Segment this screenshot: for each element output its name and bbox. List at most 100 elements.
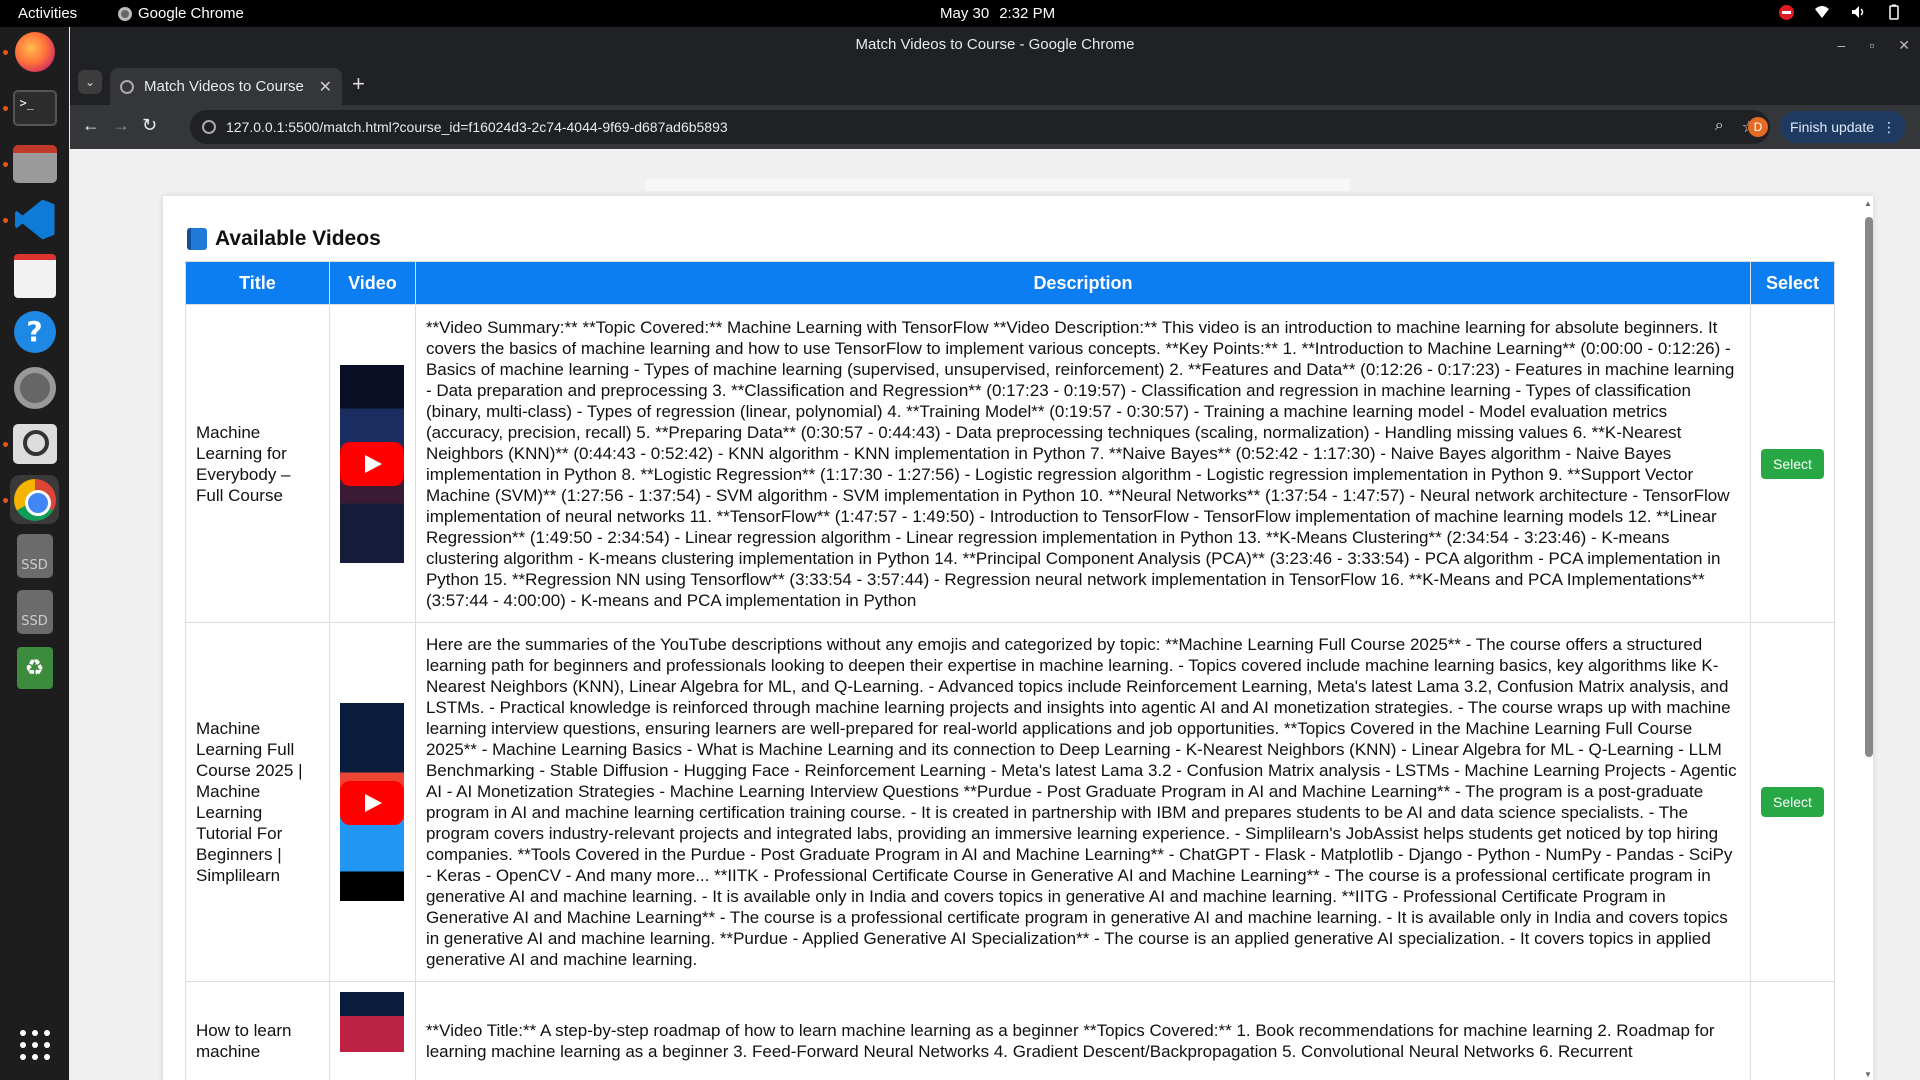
settings-icon	[13, 366, 56, 409]
firefox-icon	[14, 31, 55, 72]
dock-vscode[interactable]	[10, 195, 59, 244]
column-header-title: Title	[185, 261, 330, 305]
section-title: Available Videos	[187, 227, 381, 251]
dock-chrome[interactable]	[10, 475, 59, 524]
volume-icon	[1852, 6, 1864, 18]
window-titlebar[interactable]: Match Videos to Course - Google Chrome –…	[70, 27, 1920, 63]
dock-screenshot[interactable]	[10, 419, 59, 468]
videos-table: Title Video Description Select Machine L…	[185, 261, 1836, 1080]
table-header-row: Title Video Description Select	[185, 261, 1836, 305]
profile-avatar[interactable]: D	[1748, 117, 1768, 137]
back-icon[interactable]: ←	[82, 115, 100, 136]
select-cell: Select	[1749, 622, 1836, 982]
table-row: Machine Learning for Everybody – Full Co…	[185, 304, 1836, 623]
select-button[interactable]: Select	[1761, 787, 1824, 817]
dock-help[interactable]: ?	[10, 307, 59, 356]
youtube-play-icon[interactable]	[340, 441, 405, 486]
drive-icon: SSD	[16, 533, 53, 578]
trash-icon: ♻	[16, 646, 53, 689]
chrome-icon	[118, 6, 132, 21]
video-cell	[328, 304, 416, 623]
scrollbar-thumb[interactable]	[1865, 217, 1873, 757]
activities-button[interactable]: Activities	[18, 5, 77, 22]
app-menu[interactable]: Google Chrome	[118, 5, 244, 22]
more-menu-icon: ⋮	[1882, 118, 1897, 135]
drive-icon: SSD	[16, 589, 53, 634]
browser-window: Match Videos to Course - Google Chrome –…	[70, 27, 1920, 1080]
video-thumbnail[interactable]	[340, 364, 405, 563]
dock-files[interactable]	[10, 139, 59, 188]
terminal-icon: >_	[12, 89, 57, 126]
close-tab-icon[interactable]: ✕	[319, 77, 332, 97]
document-viewer-icon	[13, 253, 56, 298]
forward-icon[interactable]: →	[112, 115, 130, 136]
running-indicator	[3, 106, 8, 111]
clock[interactable]: May 30 2:32 PM	[940, 5, 1055, 22]
address-bar[interactable]: 127.0.0.1:5500/match.html?course_id=f160…	[190, 110, 1770, 144]
running-indicator	[3, 442, 8, 447]
video-cell	[328, 981, 416, 1080]
table-row: Machine Learning Full Course 2025 | Mach…	[185, 622, 1836, 982]
column-header-select: Select	[1749, 261, 1836, 305]
video-title: How to learn machine	[185, 981, 330, 1080]
video-description: Here are the summaries of the YouTube de…	[414, 622, 1751, 982]
screenshot-icon	[12, 423, 57, 464]
finish-update-label: Finish update	[1789, 119, 1875, 135]
scroll-down-icon[interactable]: ▼	[1864, 1070, 1872, 1079]
reload-icon[interactable]: ↻	[142, 115, 157, 136]
new-tab-button[interactable]: +	[352, 71, 365, 97]
scroll-up-icon[interactable]: ▲	[1864, 199, 1872, 208]
running-indicator	[3, 498, 8, 503]
system-top-bar: Activities Google Chrome May 30 2:32 PM	[0, 0, 1920, 27]
section-title-text: Available Videos	[215, 227, 381, 250]
running-indicator	[3, 162, 8, 167]
dock-firefox[interactable]	[10, 27, 59, 76]
table-row: How to learn machine **Video Title:** A …	[185, 981, 1836, 1080]
dock-document-viewer[interactable]	[10, 251, 59, 300]
battery-icon	[1889, 4, 1899, 20]
tab-search-button[interactable]: ⌄	[78, 70, 102, 94]
window-title: Match Videos to Course - Google Chrome	[855, 36, 1135, 53]
dock-ssd-1[interactable]: SSD	[10, 531, 59, 580]
browser-toolbar: ← → ↻ 127.0.0.1:5500/match.html?course_i…	[70, 105, 1920, 149]
select-cell: Select	[1749, 304, 1836, 623]
site-info-icon[interactable]	[202, 120, 216, 134]
vscode-icon	[14, 199, 55, 240]
system-tray[interactable]	[1779, 4, 1902, 20]
app-grid-icon	[19, 1030, 50, 1060]
files-icon	[12, 144, 57, 183]
dock-ssd-2[interactable]: SSD	[10, 587, 59, 636]
finish-update-button[interactable]: Finish update ⋮	[1780, 111, 1906, 143]
maximize-icon[interactable]: ▫	[1869, 27, 1874, 63]
dock-settings[interactable]	[10, 363, 59, 412]
book-icon	[187, 228, 207, 250]
globe-icon	[120, 79, 134, 94]
video-cell	[328, 622, 416, 982]
dock-trash[interactable]: ♻	[10, 643, 59, 692]
chrome-icon	[13, 478, 56, 521]
do-not-disturb-icon	[1779, 4, 1794, 20]
minimize-icon[interactable]: –	[1838, 27, 1846, 63]
select-button[interactable]: Select	[1761, 448, 1824, 479]
column-header-video: Video	[328, 261, 416, 305]
running-indicator	[3, 50, 8, 55]
zoom-icon[interactable]: ⌕	[1715, 117, 1724, 137]
help-icon: ?	[13, 310, 56, 353]
scrollbar[interactable]: ▲ ▼	[1863, 199, 1873, 1079]
page-header-strip	[645, 179, 1350, 191]
dock: >_ ? SSD SSD ♻	[0, 27, 69, 1080]
dock-app-grid[interactable]	[10, 1023, 59, 1067]
video-title: Machine Learning for Everybody – Full Co…	[185, 304, 330, 623]
close-window-icon[interactable]: ✕	[1898, 27, 1910, 63]
video-thumbnail[interactable]	[340, 703, 405, 901]
select-cell	[1749, 981, 1836, 1080]
dock-terminal[interactable]: >_	[10, 83, 59, 132]
wifi-icon	[1815, 6, 1829, 18]
video-description: **Video Title:** A step-by-step roadmap …	[414, 981, 1751, 1080]
clock-date: May 30	[940, 5, 990, 22]
tab-match-videos[interactable]: Match Videos to Course ✕	[110, 68, 342, 105]
youtube-play-icon[interactable]	[340, 781, 405, 825]
app-name: Google Chrome	[138, 5, 244, 22]
column-header-description: Description	[414, 261, 1751, 305]
video-thumbnail[interactable]	[340, 992, 405, 1052]
